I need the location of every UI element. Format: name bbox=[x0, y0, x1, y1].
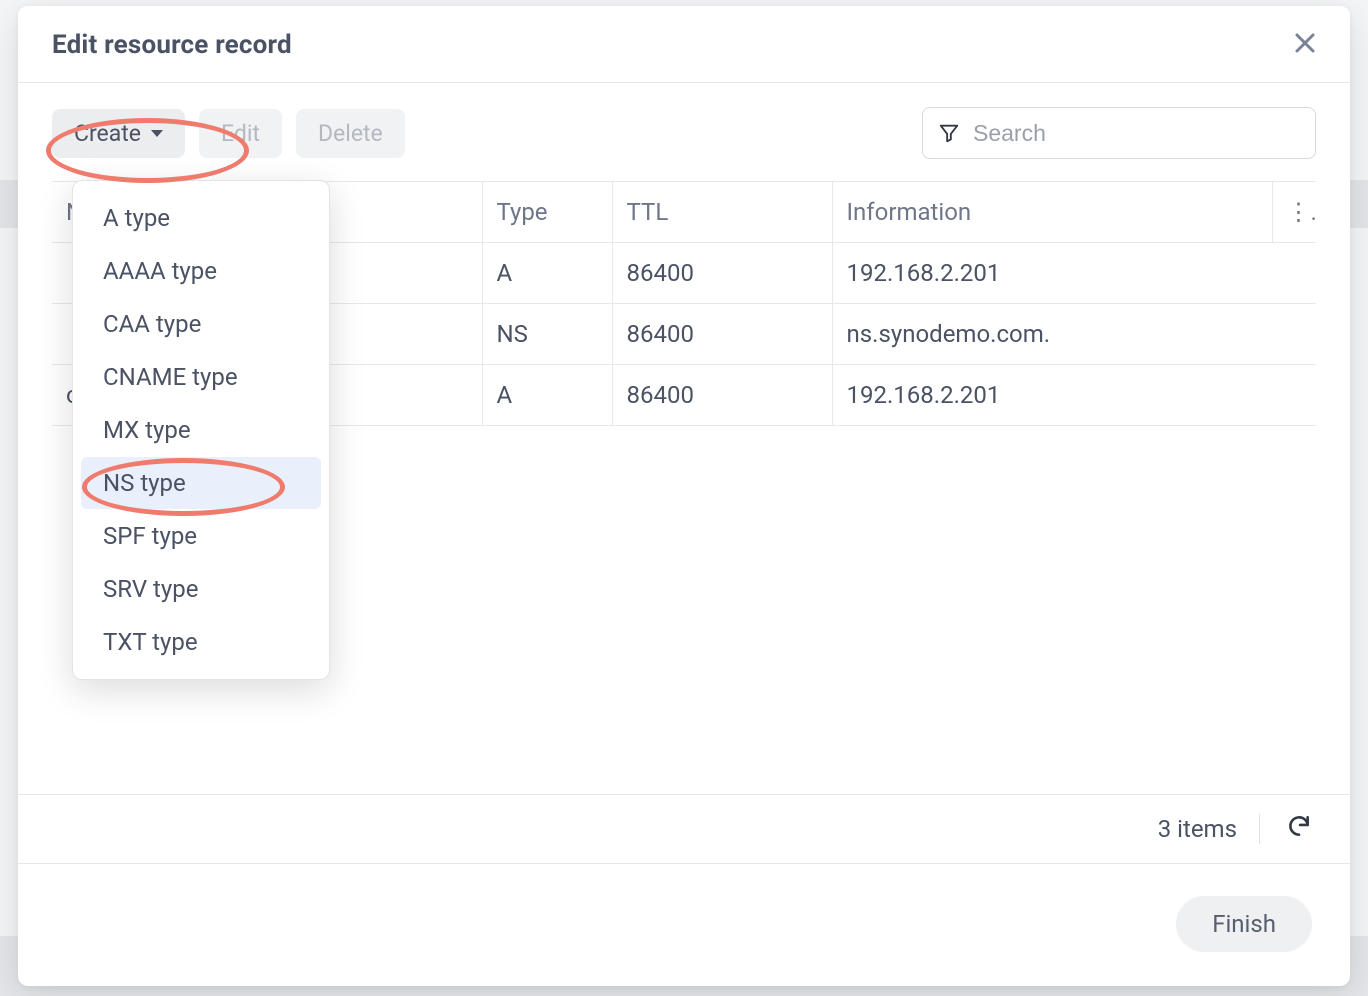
cell-info: ns.synodemo.com. bbox=[832, 304, 1316, 365]
cell-type: A bbox=[482, 365, 612, 426]
modal-footer: Finish bbox=[18, 864, 1350, 986]
create-button[interactable]: Create bbox=[52, 109, 185, 158]
cell-info: 192.168.2.201 bbox=[832, 365, 1316, 426]
modal-header: Edit resource record bbox=[18, 6, 1350, 83]
search-input[interactable] bbox=[973, 120, 1301, 147]
cell-ttl: 86400 bbox=[612, 304, 832, 365]
divider bbox=[1259, 814, 1260, 844]
dropdown-item-ns[interactable]: NS type bbox=[81, 457, 321, 509]
create-button-label: Create bbox=[74, 120, 141, 147]
col-header-info[interactable]: Information bbox=[832, 182, 1272, 243]
col-header-type[interactable]: Type bbox=[482, 182, 612, 243]
status-bar: 3 items bbox=[18, 794, 1350, 864]
delete-button[interactable]: Delete bbox=[296, 109, 405, 158]
filter-icon bbox=[937, 121, 961, 145]
cell-ttl: 86400 bbox=[612, 365, 832, 426]
dropdown-item-aaaa[interactable]: AAAA type bbox=[81, 245, 321, 297]
dropdown-item-a[interactable]: A type bbox=[81, 192, 321, 244]
finish-button[interactable]: Finish bbox=[1176, 896, 1312, 952]
dropdown-item-cname[interactable]: CNAME type bbox=[81, 351, 321, 403]
modal-title: Edit resource record bbox=[52, 30, 292, 60]
dropdown-item-txt[interactable]: TXT type bbox=[81, 616, 321, 668]
col-header-ttl[interactable]: TTL bbox=[612, 182, 832, 243]
column-options-button[interactable]: ⋮ bbox=[1272, 182, 1316, 243]
dropdown-item-srv[interactable]: SRV type bbox=[81, 563, 321, 615]
items-count: 3 items bbox=[1158, 815, 1237, 843]
close-icon[interactable] bbox=[1290, 26, 1320, 64]
cell-type: NS bbox=[482, 304, 612, 365]
edit-button[interactable]: Edit bbox=[199, 109, 282, 158]
dropdown-item-spf[interactable]: SPF type bbox=[81, 510, 321, 562]
toolbar: Create Edit Delete bbox=[18, 83, 1350, 181]
dropdown-item-caa[interactable]: CAA type bbox=[81, 298, 321, 350]
cell-info: 192.168.2.201 bbox=[832, 243, 1316, 304]
create-type-dropdown: A type AAAA type CAA type CNAME type MX … bbox=[72, 180, 330, 680]
cell-ttl: 86400 bbox=[612, 243, 832, 304]
edit-resource-record-modal: Edit resource record Create Edit Delete bbox=[18, 6, 1350, 986]
cell-type: A bbox=[482, 243, 612, 304]
refresh-icon[interactable] bbox=[1282, 809, 1316, 849]
chevron-down-icon bbox=[151, 130, 163, 137]
dropdown-item-mx[interactable]: MX type bbox=[81, 404, 321, 456]
search-box[interactable] bbox=[922, 107, 1316, 159]
